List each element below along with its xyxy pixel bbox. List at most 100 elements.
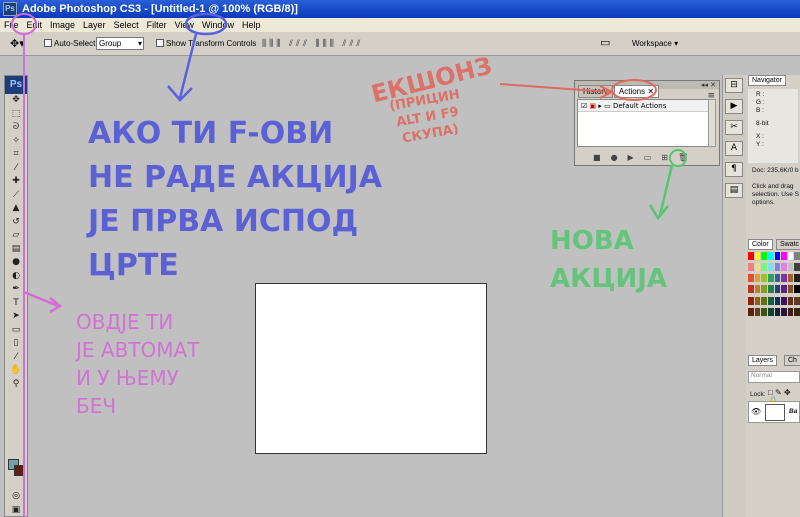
list-item[interactable]: ☑ ▣ ▸ ▭ Default Actions — [578, 100, 708, 112]
pink-arrow — [23, 290, 63, 314]
screen-mode-icon[interactable]: ▣ — [5, 504, 27, 517]
collapse-icon[interactable]: ◂◂ ✕ — [701, 81, 716, 89]
tab-actions-label: Actions — [618, 87, 646, 96]
history-brush-icon[interactable]: ↺ — [5, 216, 27, 230]
crop-icon[interactable]: ⌗ — [5, 148, 27, 162]
new-action-icon[interactable]: ⊞ — [661, 153, 668, 162]
align-icons[interactable]: ⫼⫼⫼ ⫽⫽⫽ ⫼⫼⫼ ⫽⫽⫽ — [262, 38, 363, 49]
info-doc: Doc: 235,6K/0 b — [752, 167, 799, 174]
check-icon[interactable]: ☑ — [581, 102, 587, 110]
stamp-icon[interactable]: ▲ — [5, 202, 27, 216]
magic-wand-icon[interactable]: ✧ — [5, 135, 27, 149]
record-icon[interactable]: ● — [611, 153, 618, 162]
pink-line-3: И У ЊЕМУ — [76, 366, 179, 390]
eyedropper-icon[interactable]: ⁄ — [5, 162, 27, 176]
delete-icon[interactable]: 🗑 — [678, 153, 688, 162]
dock-strip: ⊟ ▶ ✂ A ¶ ▤ — [722, 75, 746, 517]
info-panel: R : G : B : 8-bit X : Y : — [748, 89, 798, 163]
brush-icon[interactable]: ⟋ — [5, 189, 27, 203]
eraser-icon[interactable]: ▱ — [5, 229, 27, 243]
zoom-icon[interactable]: ⚲ — [5, 378, 27, 392]
action-set-name: Default Actions — [612, 102, 667, 110]
workspace-button[interactable]: Workspace ▾ — [632, 39, 678, 48]
blend-mode-select[interactable]: Normal — [748, 371, 800, 383]
workspace-label: Workspace — [632, 39, 672, 48]
folder-icon: ▭ — [604, 102, 611, 110]
history-dock-icon[interactable]: ▶ — [725, 99, 743, 114]
menu-file[interactable]: File — [0, 18, 23, 32]
info-r: R : — [756, 91, 765, 98]
eye-icon[interactable]: 👁 — [751, 408, 761, 416]
auto-select-dropdown[interactable]: Group — [96, 37, 144, 50]
tab-history[interactable]: History — [578, 85, 613, 98]
paragraph-dock-icon[interactable]: ¶ — [725, 162, 743, 177]
menu-edit[interactable]: Edit — [23, 18, 47, 32]
menu-help[interactable]: Help — [238, 18, 265, 32]
info-b: B : — [756, 107, 764, 114]
show-transform-label: Show Transform Controls — [166, 39, 257, 48]
new-set-icon[interactable]: ▭ — [644, 153, 652, 162]
info-g: G : — [756, 99, 765, 106]
navigator-dock-icon[interactable]: ⊟ — [725, 78, 743, 93]
actions-scrollbar[interactable] — [708, 99, 716, 147]
layer-comps-dock-icon[interactable]: ▤ — [725, 183, 743, 198]
swatches-grid[interactable] — [748, 252, 800, 318]
show-transform-checkbox[interactable]: Show Transform Controls — [156, 39, 256, 48]
blur-icon[interactable]: ● — [5, 256, 27, 270]
blue-line-4: ЦРТЕ — [88, 248, 179, 283]
menu-layer[interactable]: Layer — [79, 18, 110, 32]
shape-icon[interactable]: ▭ — [5, 324, 27, 338]
healing-icon[interactable]: ✚ — [5, 175, 27, 189]
palette-well-icon[interactable]: ▭ — [600, 36, 610, 49]
blue-line-1: АКО ТИ F-ОВИ — [88, 116, 334, 151]
menu-window[interactable]: Window — [198, 18, 238, 32]
dialog-toggle-icon[interactable]: ▣ — [590, 102, 597, 110]
tab-swatches[interactable]: Swatc — [776, 239, 800, 250]
red-annotation-sub: (ПРИЦИН ALT И F9 СКУПА) — [388, 86, 467, 149]
menu-bar: File Edit Image Layer Select Filter View… — [0, 18, 800, 32]
move-tool-icon[interactable]: ✥▾ — [10, 37, 25, 50]
tab-layers[interactable]: Layers — [748, 355, 778, 366]
tools-panel: Ps ✥ ⬚ ᘐ ✧ ⌗ ⁄ ✚ ⟋ ▲ ↺ ▱ ▤ ● ◐ ✒ T ➤ ▭ ▯… — [4, 75, 28, 517]
stop-icon[interactable]: ■ — [593, 153, 601, 162]
menu-view[interactable]: View — [171, 18, 198, 32]
marquee-icon[interactable]: ⬚ — [5, 108, 27, 122]
tab-navigator[interactable]: Navigator — [748, 75, 786, 86]
move-icon[interactable]: ✥ — [5, 94, 27, 108]
notes-icon[interactable]: ▯ — [5, 337, 27, 351]
green-arrow — [648, 164, 674, 221]
info-bit: 8-bit — [756, 120, 769, 127]
tab-channels[interactable]: Ch — [784, 355, 800, 366]
pink-line-1: ОВДЈЕ ТИ — [76, 310, 174, 334]
type-icon[interactable]: T — [5, 297, 27, 311]
hand-icon[interactable]: ✋ — [5, 364, 27, 378]
play-icon[interactable]: ▶ — [628, 153, 634, 162]
pen-icon[interactable]: ✒ — [5, 283, 27, 297]
layer-thumbnail — [765, 404, 785, 421]
background-color-swatch[interactable] — [14, 465, 25, 476]
layer-name: Ba — [789, 408, 798, 415]
title-bar: Ps Adobe Photoshop CS3 - [Untitled-1 @ 1… — [0, 0, 800, 18]
eyedropper2-icon[interactable]: ⁄ — [5, 351, 27, 365]
menu-image[interactable]: Image — [46, 18, 79, 32]
menu-filter[interactable]: Filter — [143, 18, 171, 32]
gradient-icon[interactable]: ▤ — [5, 243, 27, 257]
quick-mask-icon[interactable]: ◎ — [5, 490, 27, 504]
path-select-icon[interactable]: ➤ — [5, 310, 27, 324]
document-canvas[interactable] — [255, 283, 487, 454]
green-line-1: НОВА — [550, 226, 634, 256]
expand-icon[interactable]: ▸ — [598, 102, 602, 110]
tools-dock-icon[interactable]: ✂ — [725, 120, 743, 135]
app-icon: Ps — [3, 2, 17, 16]
auto-select-checkbox[interactable]: Auto-Select: — [44, 39, 98, 48]
menu-select[interactable]: Select — [110, 18, 143, 32]
info-hint: Click and drag selection. Use S options. — [752, 183, 799, 206]
dodge-icon[interactable]: ◐ — [5, 270, 27, 284]
lasso-icon[interactable]: ᘐ — [5, 121, 27, 135]
layer-row[interactable]: 👁 Ba — [748, 401, 800, 423]
tab-color[interactable]: Color — [748, 239, 773, 250]
character-dock-icon[interactable]: A — [725, 141, 743, 156]
blue-line-2: НЕ РАДЕ АКЦИЈА — [88, 160, 382, 195]
blue-annotation: АКО ТИ F-ОВИ НЕ РАДЕ АКЦИЈА ЈЕ ПРВА ИСПО… — [88, 112, 382, 288]
tab-actions[interactable]: Actions ✕ — [613, 85, 660, 98]
